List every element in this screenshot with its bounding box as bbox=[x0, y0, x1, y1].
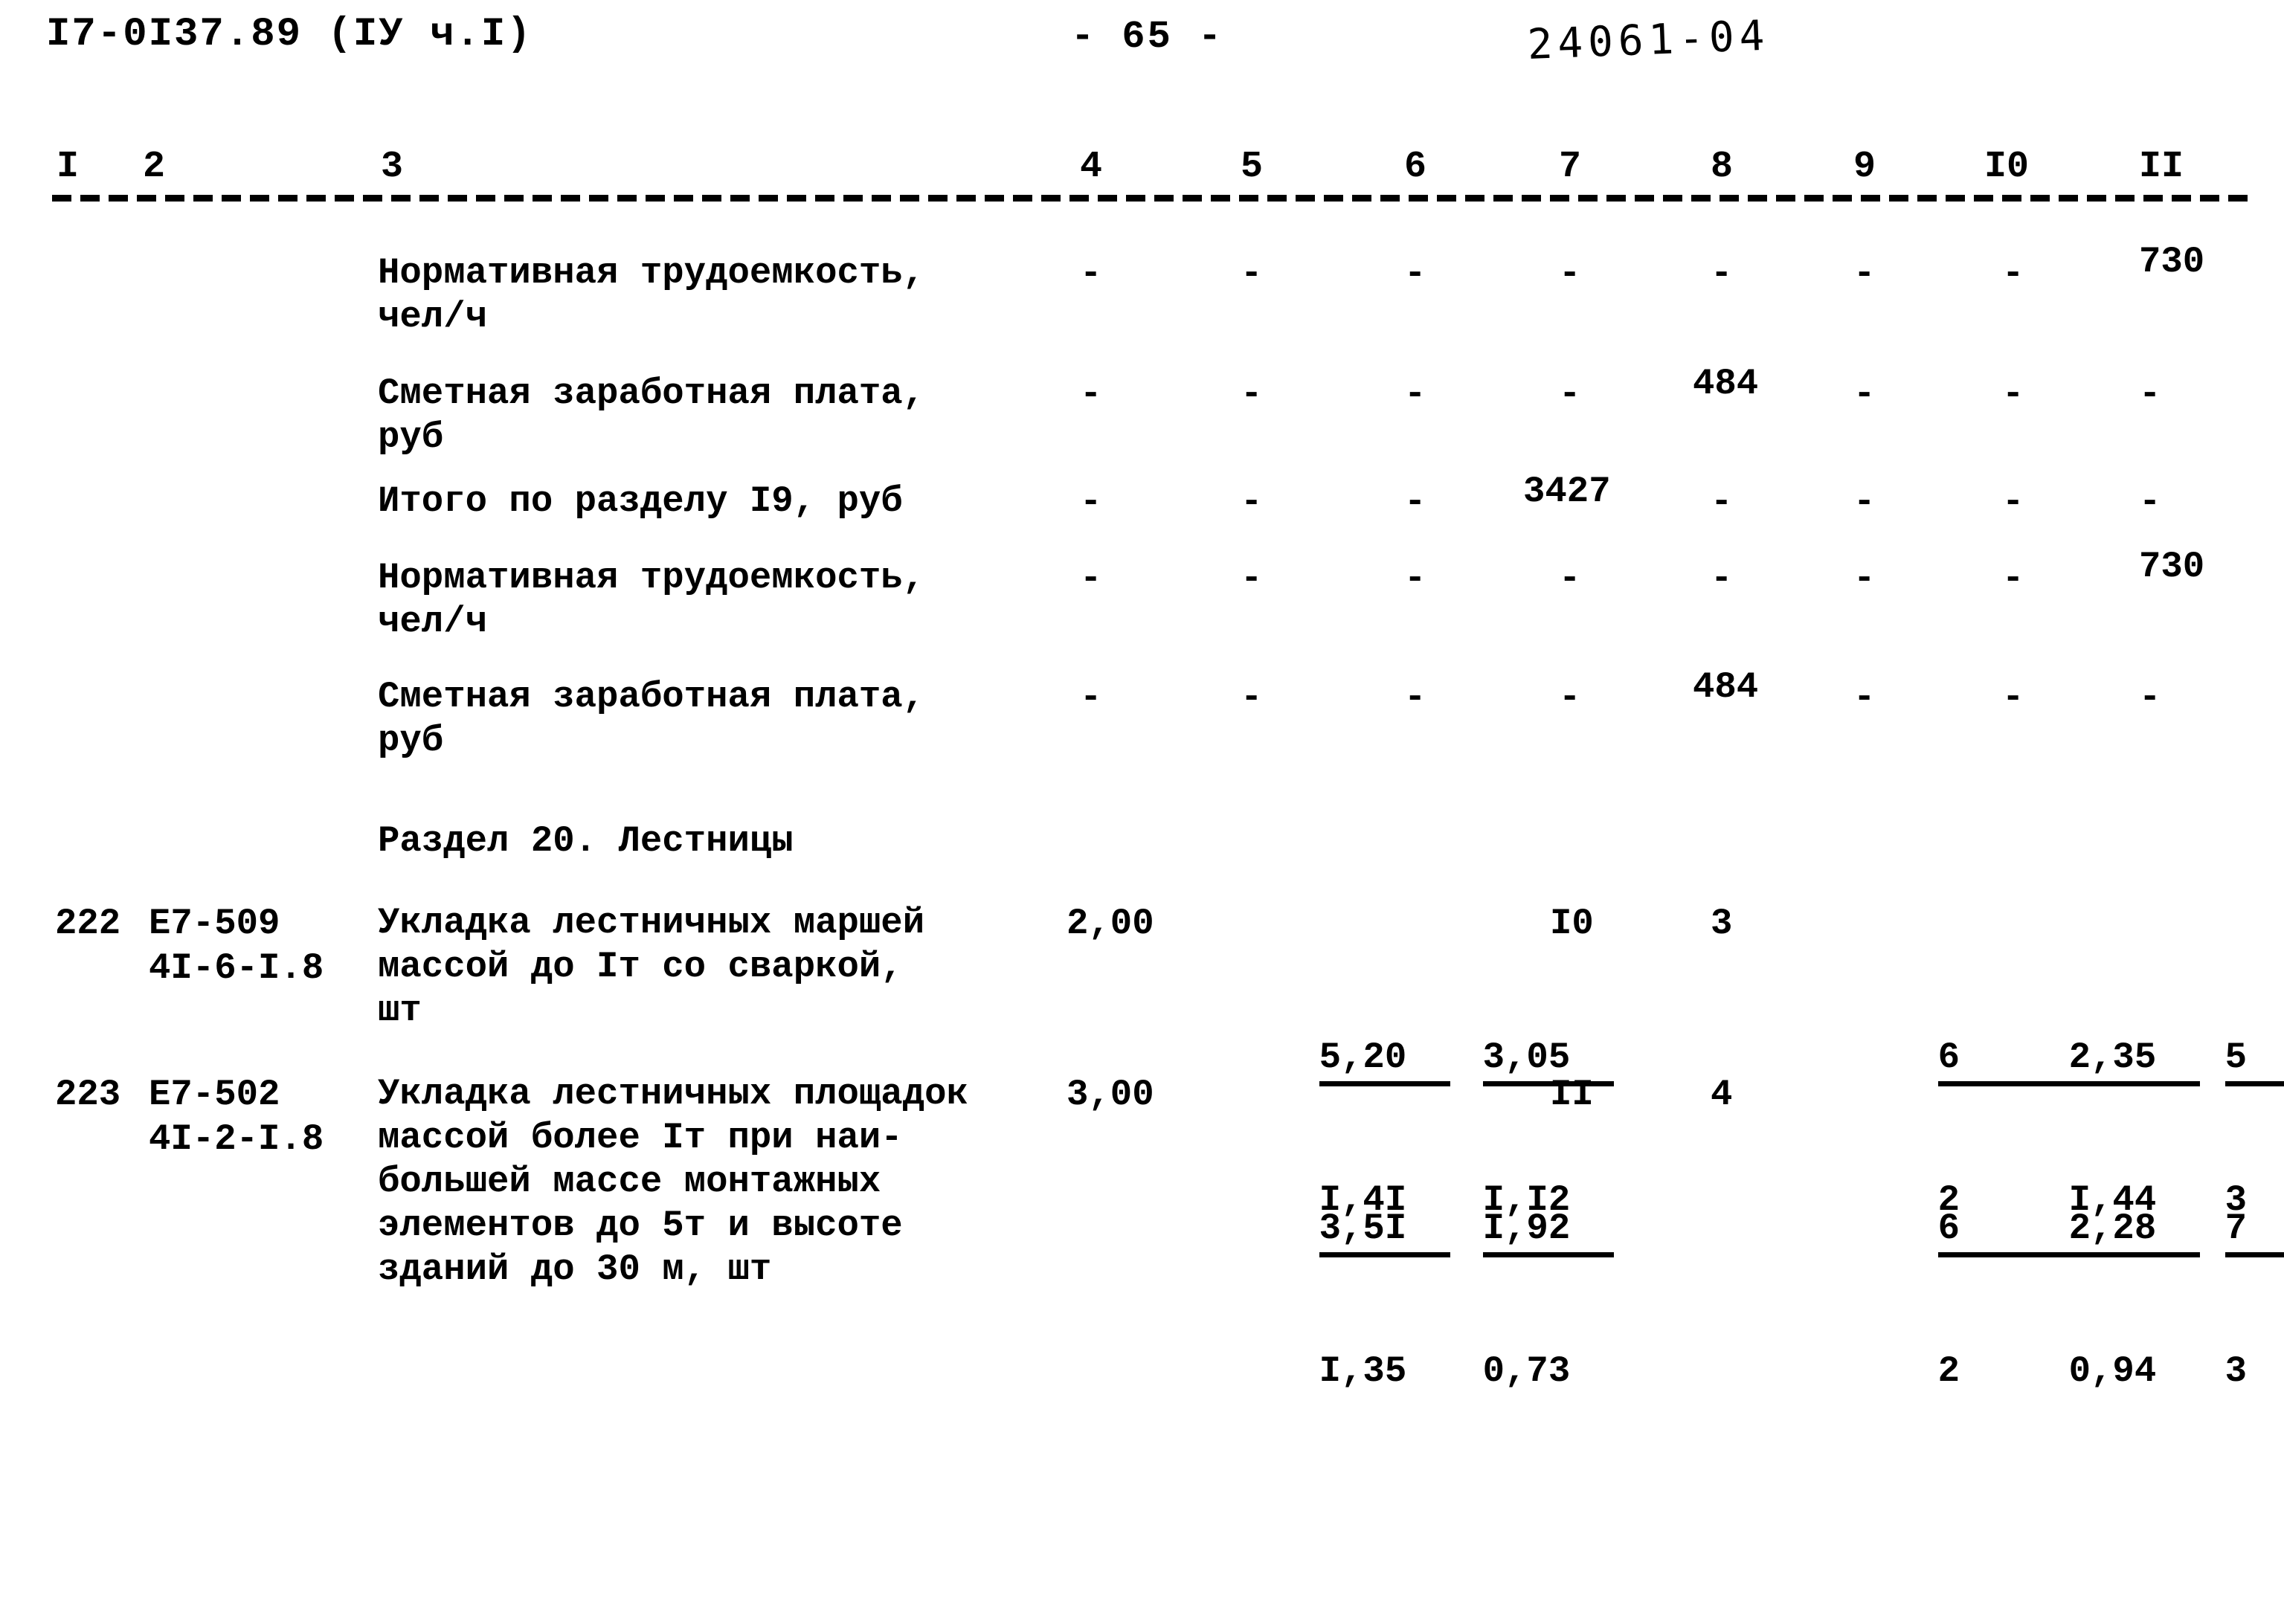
column-header-11: II bbox=[2139, 146, 2184, 188]
column-header-9: 9 bbox=[1853, 146, 1876, 188]
cell-col8: 484 bbox=[1693, 363, 1759, 405]
column-header-10: I0 bbox=[1984, 146, 2030, 188]
cell-col9: - bbox=[1853, 253, 1876, 294]
cell-col11: - bbox=[2139, 481, 2161, 523]
row-description: чел/ч bbox=[378, 296, 488, 338]
cell-col5: - bbox=[1241, 373, 1263, 415]
column-header-5: 5 bbox=[1241, 146, 1264, 188]
row-description: Итого по разделу I9, руб bbox=[378, 480, 903, 522]
cell-col4: 3,00 bbox=[1067, 1074, 1154, 1115]
cell-col5: - bbox=[1241, 481, 1263, 523]
column-header-6: 6 bbox=[1404, 146, 1427, 188]
cell-col4: - bbox=[1080, 373, 1102, 415]
cell-col4: - bbox=[1080, 558, 1102, 599]
item-code-2: 4I-6-I.8 bbox=[149, 947, 324, 989]
cell-col4: - bbox=[1080, 677, 1102, 718]
item-description-line: Укладка лестничных маршей bbox=[378, 902, 925, 944]
document-code: I7-0I37.89 (IУ ч.I) bbox=[46, 12, 533, 57]
cell-col8: - bbox=[1711, 481, 1733, 523]
row-description: Сметная заработная плата, bbox=[378, 676, 925, 718]
cell-col6: - bbox=[1404, 253, 1426, 294]
fraction: I,92 0,73 bbox=[1482, 1117, 1615, 1483]
cell-col10: - bbox=[2002, 481, 2024, 523]
fraction-numerator: I,92 bbox=[1482, 1206, 1615, 1257]
item-description-line: зданий до 30 м, шт bbox=[378, 1248, 772, 1290]
cell-col8: 484 bbox=[1693, 666, 1759, 708]
header-separator-rule bbox=[52, 195, 2255, 202]
cell-col7: - bbox=[1559, 558, 1581, 599]
cell-col7: - bbox=[1559, 373, 1581, 415]
column-header-3: 3 bbox=[381, 146, 404, 188]
item-description-line: шт bbox=[378, 990, 422, 1031]
fraction-denominator: 3 bbox=[2225, 1350, 2248, 1392]
cell-col6: - bbox=[1404, 481, 1426, 523]
cell-col11: 730 bbox=[2139, 546, 2205, 587]
cell-col8: 3 bbox=[1711, 903, 1733, 944]
cell-col6: - bbox=[1404, 558, 1426, 599]
item-description-line: большей массе монтажных bbox=[378, 1161, 881, 1202]
row-description: Сметная заработная плата, bbox=[378, 373, 925, 414]
row-description: Нормативная трудоемкость, bbox=[378, 557, 925, 599]
cell-col9: - bbox=[1853, 558, 1876, 599]
cell-col7: I0 bbox=[1550, 903, 1594, 944]
column-header-1: I bbox=[57, 146, 80, 188]
item-description-line: массой более Iт при наи- bbox=[378, 1117, 903, 1159]
item-code-2: 4I-2-I.8 bbox=[149, 1118, 324, 1160]
cell-col10: - bbox=[2002, 253, 2024, 294]
page-number: - 65 - bbox=[1071, 15, 1224, 59]
row-description: чел/ч bbox=[378, 601, 488, 642]
cell-col9: - bbox=[1853, 481, 1876, 523]
cell-col6: - bbox=[1404, 677, 1426, 718]
item-code-1: Е7-502 bbox=[149, 1074, 280, 1115]
cell-col10: - bbox=[2002, 558, 2024, 599]
row-description: Нормативная трудоемкость, bbox=[378, 252, 925, 294]
cell-col5: - bbox=[1241, 253, 1263, 294]
cell-col8: - bbox=[1711, 253, 1733, 294]
item-description-line: массой до Iт со сваркой, bbox=[378, 946, 903, 987]
column-header-4: 4 bbox=[1080, 146, 1103, 188]
row-description: руб bbox=[378, 416, 444, 458]
item-number: 222 bbox=[55, 903, 121, 944]
cell-col7: 3427 bbox=[1523, 471, 1611, 512]
cell-col11: 7 3 bbox=[2137, 1072, 2284, 1527]
cell-col11: - bbox=[2139, 677, 2161, 718]
column-header-8: 8 bbox=[1711, 146, 1734, 188]
handwritten-annotation: 24061-04 bbox=[1526, 11, 1771, 69]
fraction-numerator: 7 bbox=[2225, 1206, 2284, 1257]
cell-col4: - bbox=[1080, 481, 1102, 523]
item-code-1: Е7-509 bbox=[149, 903, 280, 944]
cell-col7: II bbox=[1550, 1074, 1594, 1115]
cell-col11: 730 bbox=[2139, 241, 2205, 283]
cell-col6: - bbox=[1404, 373, 1426, 415]
cell-col9: - bbox=[1853, 373, 1876, 415]
cell-col7: - bbox=[1559, 253, 1581, 294]
item-number: 223 bbox=[55, 1074, 121, 1115]
cell-col8: - bbox=[1711, 558, 1733, 599]
item-description-line: Укладка лестничных площадок bbox=[378, 1073, 968, 1115]
cell-col11: - bbox=[2139, 373, 2161, 415]
cell-col5: - bbox=[1241, 677, 1263, 718]
cell-col10: - bbox=[2002, 677, 2024, 718]
item-description-line: элементов до 5т и высоте bbox=[378, 1205, 903, 1246]
cell-col4: 2,00 bbox=[1067, 903, 1154, 944]
cell-col10: - bbox=[2002, 373, 2024, 415]
cell-col9: - bbox=[1853, 677, 1876, 718]
cell-col7: - bbox=[1559, 677, 1581, 718]
fraction: 7 3 bbox=[2225, 1117, 2284, 1483]
column-header-2: 2 bbox=[143, 146, 166, 188]
row-description: руб bbox=[378, 720, 444, 761]
cell-col5: - bbox=[1241, 558, 1263, 599]
document-page: I7-0I37.89 (IУ ч.I) - 65 - 24061-04 I 2 … bbox=[0, 0, 2284, 1624]
section-title: Раздел 20. Лестницы bbox=[378, 820, 794, 862]
cell-col8: 4 bbox=[1711, 1074, 1733, 1115]
cell-col6: I,92 0,73 bbox=[1395, 1072, 1615, 1527]
cell-col4: - bbox=[1080, 253, 1102, 294]
column-header-7: 7 bbox=[1559, 146, 1582, 188]
fraction-denominator: 0,73 bbox=[1482, 1350, 1571, 1392]
